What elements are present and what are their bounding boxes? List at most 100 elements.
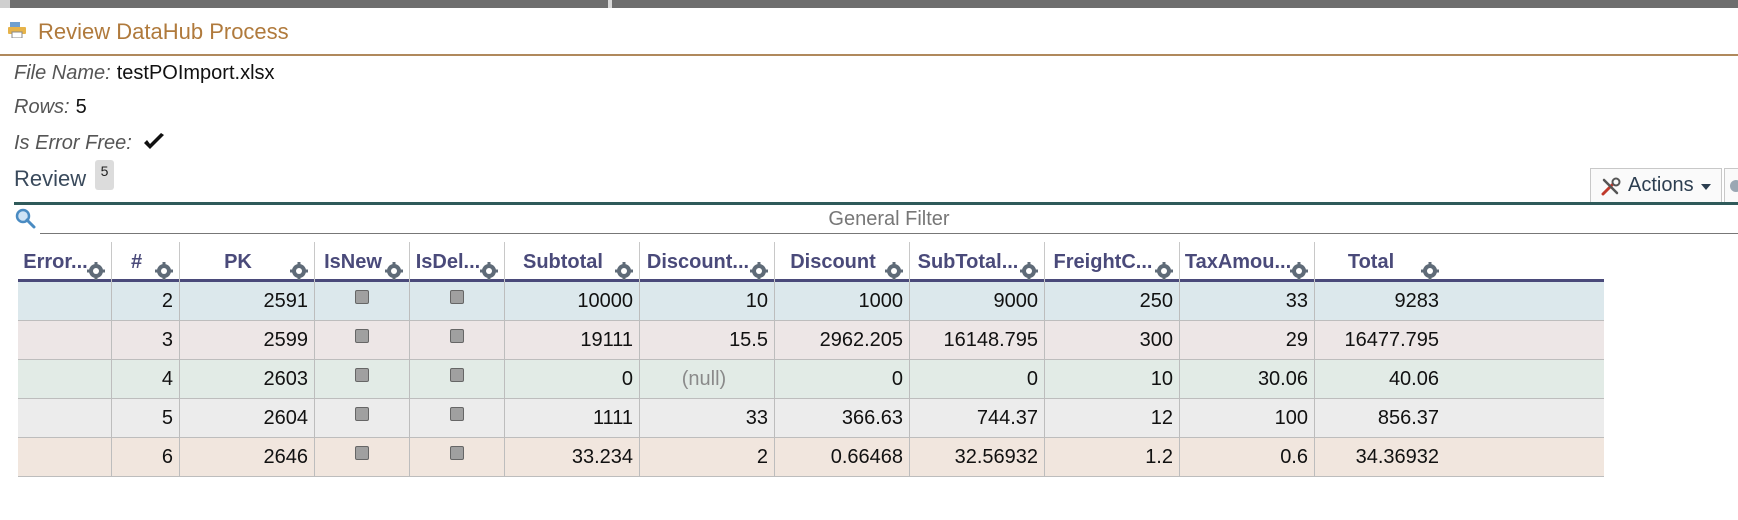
table-cell: 16477.795 bbox=[1344, 329, 1439, 351]
column-gear-icon[interactable] bbox=[885, 254, 903, 280]
column-header[interactable]: # bbox=[112, 242, 180, 282]
checkbox[interactable] bbox=[450, 446, 464, 460]
checkbox[interactable] bbox=[355, 368, 369, 382]
column-header[interactable]: IsDel... bbox=[410, 242, 505, 282]
review-count-badge: 5 bbox=[95, 160, 114, 190]
column-gear-icon[interactable] bbox=[87, 254, 105, 280]
table-cell-checkbox bbox=[315, 282, 410, 321]
column-header-label: Subtotal bbox=[523, 251, 603, 273]
table-cell: 0 bbox=[505, 360, 640, 399]
column-gear-icon[interactable] bbox=[480, 254, 498, 280]
table-cell: 2599 bbox=[180, 321, 315, 360]
column-header[interactable]: TaxAmou... bbox=[1180, 242, 1315, 282]
table-cell: 856.37 bbox=[1377, 407, 1439, 429]
tools-icon bbox=[1601, 177, 1621, 196]
actions-label: Actions bbox=[1628, 174, 1694, 196]
column-gear-icon[interactable] bbox=[750, 254, 768, 280]
table-cell: 100 bbox=[1180, 399, 1315, 438]
review-divider bbox=[14, 202, 1738, 205]
column-gear-icon[interactable] bbox=[615, 254, 633, 280]
table-cell: 2 bbox=[112, 282, 180, 321]
table-cell-checkbox bbox=[315, 321, 410, 360]
table-row[interactable]: 5 2604 1111 33 366.63 744.37 12 100 856.37 bbox=[18, 399, 1604, 438]
table-cell: 5 bbox=[112, 399, 180, 438]
table-cell-checkbox bbox=[315, 399, 410, 438]
grid-body: 2 2591 10000 10 1000 9000 250 33 9283 3 2599 19111 1… bbox=[18, 282, 1604, 477]
table-cell: 34.36932 bbox=[1355, 446, 1439, 468]
table-cell: 29 bbox=[1180, 321, 1315, 360]
actions-button[interactable]: Actions bbox=[1590, 168, 1722, 203]
gear-icon bbox=[1730, 180, 1738, 192]
checkbox[interactable] bbox=[450, 368, 464, 382]
column-gear-icon[interactable] bbox=[290, 254, 308, 280]
table-cell: 19111 bbox=[505, 321, 640, 360]
settings-button[interactable] bbox=[1724, 168, 1738, 203]
window-top-bar bbox=[0, 0, 1738, 8]
table-cell: 744.37 bbox=[910, 399, 1045, 438]
table-cell: 1.2 bbox=[1045, 438, 1180, 477]
column-header[interactable]: PK bbox=[180, 242, 315, 282]
column-header[interactable]: Discount... bbox=[640, 242, 775, 282]
column-gear-icon[interactable] bbox=[385, 254, 403, 280]
table-cell: 33.234 bbox=[505, 438, 640, 477]
file-name-label: File Name: bbox=[14, 62, 111, 84]
checkbox[interactable] bbox=[450, 407, 464, 421]
review-tab[interactable]: Review 5 bbox=[14, 160, 114, 192]
checkbox[interactable] bbox=[450, 329, 464, 343]
table-cell: 12 bbox=[1045, 399, 1180, 438]
table-cell bbox=[18, 321, 112, 360]
table-row[interactable]: 2 2591 10000 10 1000 9000 250 33 9283 bbox=[18, 282, 1604, 321]
page-title: Review DataHub Process bbox=[38, 19, 289, 44]
column-header[interactable]: Discount bbox=[775, 242, 910, 282]
table-cell: 0 bbox=[910, 360, 1045, 399]
column-header-label: SubTotal... bbox=[917, 251, 1019, 273]
checkbox[interactable] bbox=[355, 329, 369, 343]
table-cell: 30.06 bbox=[1180, 360, 1315, 399]
column-header-label: Total bbox=[1347, 251, 1395, 273]
table-cell: 4 bbox=[112, 360, 180, 399]
table-cell: 0.6 bbox=[1180, 438, 1315, 477]
table-cell-checkbox bbox=[410, 360, 505, 399]
page-header: Review DataHub Process bbox=[0, 8, 1738, 56]
checkbox[interactable] bbox=[355, 290, 369, 304]
column-gear-icon[interactable] bbox=[155, 254, 173, 280]
table-cell-checkbox bbox=[410, 399, 505, 438]
column-gear-icon[interactable] bbox=[1155, 254, 1173, 280]
table-cell-checkbox bbox=[410, 438, 505, 477]
checkbox[interactable] bbox=[450, 290, 464, 304]
table-cell: 1000 bbox=[775, 282, 910, 321]
table-cell: 9000 bbox=[910, 282, 1045, 321]
table-cell-checkbox bbox=[410, 282, 505, 321]
table-cell bbox=[18, 399, 112, 438]
file-name-row: File Name: testPOImport.xlsx bbox=[14, 62, 275, 85]
table-cell: 250 bbox=[1045, 282, 1180, 321]
table-row[interactable]: 4 2603 0 (null) 0 0 10 30.06 40.06 bbox=[18, 360, 1604, 399]
column-header[interactable]: Error... bbox=[18, 242, 112, 282]
table-cell: 1111 bbox=[505, 399, 640, 438]
table-cell: (null) bbox=[640, 360, 775, 399]
rows-value: 5 bbox=[75, 96, 87, 118]
table-cell: 32.56932 bbox=[910, 438, 1045, 477]
column-gear-icon[interactable] bbox=[1421, 254, 1439, 280]
process-icon bbox=[8, 22, 26, 38]
error-free-label: Is Error Free: bbox=[14, 132, 132, 154]
column-header-label: FreightC... bbox=[1053, 251, 1153, 273]
column-header[interactable]: SubTotal... bbox=[910, 242, 1045, 282]
checkbox[interactable] bbox=[355, 446, 369, 460]
column-gear-icon[interactable] bbox=[1020, 254, 1038, 280]
column-gear-icon[interactable] bbox=[1290, 254, 1308, 280]
checkbox[interactable] bbox=[355, 407, 369, 421]
table-cell bbox=[18, 438, 112, 477]
table-cell bbox=[18, 360, 112, 399]
general-filter-input[interactable] bbox=[40, 206, 1738, 234]
table-row[interactable]: 6 2646 33.234 2 0.66468 32.56932 1.2 0.6 34.3693… bbox=[18, 438, 1604, 477]
table-row[interactable]: 3 2599 19111 15.5 2962.205 16148.795 300 29 1647… bbox=[18, 321, 1604, 360]
column-header-label: Discount bbox=[790, 251, 876, 273]
window-splitter[interactable] bbox=[608, 0, 612, 8]
column-header[interactable]: Subtotal bbox=[505, 242, 640, 282]
table-cell-checkbox bbox=[315, 360, 410, 399]
table-cell: 2591 bbox=[180, 282, 315, 321]
column-header[interactable]: Total bbox=[1315, 242, 1445, 282]
column-header[interactable]: FreightC... bbox=[1045, 242, 1180, 282]
column-header[interactable]: IsNew bbox=[315, 242, 410, 282]
